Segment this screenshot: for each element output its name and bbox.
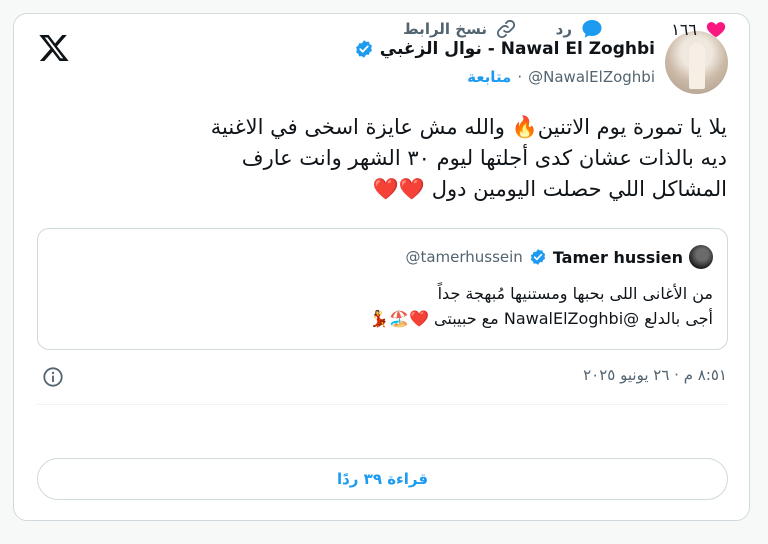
copy-link-label: نسخ الرابط xyxy=(403,20,487,38)
copy-link-button[interactable]: نسخ الرابط xyxy=(403,14,517,44)
tweet-text: يلا يا تمورة يوم الاتنين🔥 والله مش عايزة… xyxy=(37,112,727,205)
tweet-text-line: يلا يا تمورة يوم الاتنين🔥 والله مش عايزة… xyxy=(210,115,727,139)
like-count: ١٦٦ xyxy=(671,19,697,39)
reply-button[interactable]: رد xyxy=(556,14,604,44)
tweet-embed-card: Nawal El Zoghbi - نوال الزغبي @NawalElZo… xyxy=(13,13,750,521)
quoted-text-line: من الأغانى اللى بحبها ومستنيها مُبهجة جد… xyxy=(437,284,713,303)
reply-label: رد xyxy=(555,20,572,38)
link-icon xyxy=(496,19,516,39)
reply-bubble-icon xyxy=(582,20,602,38)
divider xyxy=(37,404,728,405)
quoted-author-name: Tamer hussien xyxy=(552,247,683,267)
author-handle[interactable]: @NawalElZoghbi xyxy=(528,68,655,86)
quoted-tweet[interactable]: Tamer hussien @tamerhussein من الأغانى ا… xyxy=(37,228,728,350)
tweet-timestamp[interactable]: ٨:٥١ م · ٢٦ يونيو ٢٠٢٥ xyxy=(583,366,727,384)
tweet-text-line: ديه بالذات عشان كدى أجلتها ليوم ٣٠ الشهر… xyxy=(241,146,727,170)
verified-badge-icon xyxy=(530,249,545,265)
separator-dot: · xyxy=(517,68,523,86)
x-logo-icon[interactable] xyxy=(38,32,70,64)
tweet-text-line: المشاكل اللي حصلت اليومين دول ❤️❤️ xyxy=(372,177,727,201)
quoted-tweet-text: من الأغانى اللى بحبها ومستنيها مُبهجة جد… xyxy=(369,281,713,331)
like-button[interactable]: ١٦٦ xyxy=(671,14,727,44)
author-handle-row: @NawalElZoghbi · متابعة xyxy=(467,68,655,86)
verified-badge-icon xyxy=(355,40,372,58)
quoted-text-line: أجى بالدلع @NawalElZoghbi مع حبيبتى ❤️🏖️… xyxy=(369,309,713,328)
quoted-author-avatar xyxy=(689,245,713,269)
heart-icon xyxy=(706,22,726,38)
info-icon[interactable] xyxy=(42,366,64,388)
read-replies-button[interactable]: قراءة ٣٩ ردًا xyxy=(37,458,728,500)
follow-button[interactable]: متابعة xyxy=(467,68,511,86)
quoted-tweet-header: Tamer hussien @tamerhussein xyxy=(405,245,713,269)
quoted-author-handle: @tamerhussein xyxy=(405,248,523,266)
